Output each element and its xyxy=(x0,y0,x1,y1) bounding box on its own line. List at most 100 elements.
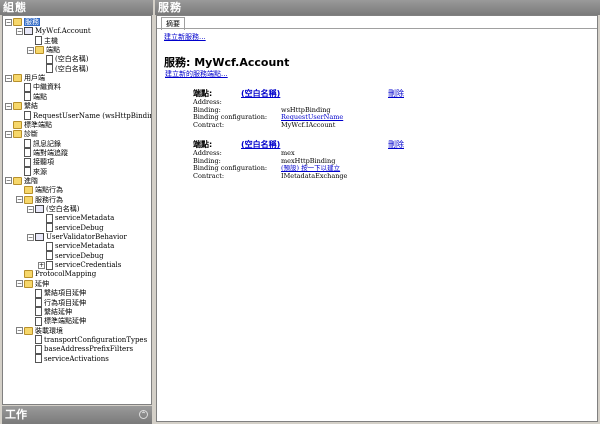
tree-node-label: 繫結延伸 xyxy=(44,307,72,316)
service-icon xyxy=(35,233,44,242)
endpoint-header: 端點: (空白名稱) 刪除 xyxy=(193,139,413,150)
folder-icon xyxy=(13,18,22,26)
collapse-icon[interactable]: − xyxy=(27,46,34,54)
configuration-tree[interactable]: − 服務 − MyWcf.Account 主機 − 端點 (空白名稱) (空白名稱) − 用戶端 中繼… xyxy=(2,15,152,405)
tree-node-label: serviceActivations xyxy=(44,354,109,363)
tree-node-label: 主機 xyxy=(44,36,58,45)
tasks-title: 工作 xyxy=(5,408,27,421)
collapse-icon[interactable]: − xyxy=(16,280,23,288)
document-icon xyxy=(46,251,53,261)
tree-node-label: serviceDebug xyxy=(55,223,104,232)
tree-node-label: transportConfigurationTypes xyxy=(44,335,148,344)
service-icon xyxy=(24,27,33,36)
endpoint-name-link[interactable]: (空白名稱) xyxy=(241,88,280,99)
tree-node-label: 端點行為 xyxy=(35,186,63,195)
tree-node-label: 服務行為 xyxy=(35,195,63,204)
tree-node-label: RequestUserName (wsHttpBinding) xyxy=(33,111,152,120)
tree-node-label: 用戶端 xyxy=(24,74,45,83)
tree-node-label: baseAddressPrefixFilters xyxy=(44,345,134,354)
tree-node-label: 標準端點 xyxy=(24,120,52,129)
create-new-service-link[interactable]: 建立新服務... xyxy=(164,32,206,42)
document-icon xyxy=(46,223,53,233)
document-icon xyxy=(46,260,53,270)
folder-icon xyxy=(24,186,33,195)
tree-node-label: 繫結 xyxy=(24,102,38,111)
collapse-chevron-icon[interactable]: ⌃ xyxy=(139,410,148,419)
tree-node-label: 進階 xyxy=(24,176,38,185)
tree-node-label: 端對端追蹤 xyxy=(33,148,68,157)
expand-icon[interactable]: + xyxy=(38,261,45,269)
document-icon xyxy=(46,213,53,223)
endpoint-block: 端點: (空白名稱) 刪除 Address: Binding: wsHttpBinding… xyxy=(193,88,413,129)
endpoint-header: 端點: (空白名稱) 刪除 xyxy=(193,88,413,99)
collapse-icon[interactable]: − xyxy=(16,327,23,335)
tree-node-label: 來源 xyxy=(33,167,47,176)
collapse-icon[interactable]: − xyxy=(16,196,23,204)
tree-node-label: 端點 xyxy=(46,46,60,55)
document-icon xyxy=(35,288,42,298)
collapse-icon[interactable]: − xyxy=(5,18,12,26)
tree-node-label: 繫結項目延伸 xyxy=(44,289,86,298)
tree-node-label: serviceDebug xyxy=(55,251,104,260)
document-icon xyxy=(35,316,42,326)
tree-node-label: serviceCredentials xyxy=(55,261,122,270)
document-icon xyxy=(24,157,31,167)
collapse-icon[interactable]: − xyxy=(5,102,12,110)
document-icon xyxy=(35,36,42,46)
property-value: MyWcf.IAccount xyxy=(281,120,336,129)
service-summary-panel: 摘要 建立新服務... 服務: MyWcf.Account 建立新的服務端點..… xyxy=(156,15,598,422)
document-icon xyxy=(35,307,42,317)
folder-icon xyxy=(24,326,33,335)
collapse-icon[interactable]: − xyxy=(27,205,34,213)
endpoint-property-row: Contract: IMetadataExchange xyxy=(193,172,413,181)
folder-icon xyxy=(13,176,22,185)
tree-node-label: 裝載環境 xyxy=(35,326,63,335)
create-new-endpoint-link[interactable]: 建立新的服務端點... xyxy=(165,69,228,79)
collapse-icon[interactable]: − xyxy=(27,233,34,241)
folder-icon xyxy=(13,120,22,129)
delete-endpoint-link[interactable]: 刪除 xyxy=(388,88,404,99)
tree-node-label: 接聽項 xyxy=(33,158,54,167)
endpoint-name-link[interactable]: (空白名稱) xyxy=(241,139,280,150)
collapse-icon[interactable]: − xyxy=(16,27,23,35)
document-icon xyxy=(24,92,31,102)
delete-endpoint-link[interactable]: 刪除 xyxy=(388,139,404,150)
tree-node-label: 訊息記錄 xyxy=(33,139,61,148)
tree-node-label: ProtocolMapping xyxy=(35,270,97,279)
configuration-pane: 組態 − 服務 − MyWcf.Account 主機 − 端點 (空白名稱) (空白名稱) − 用戶… xyxy=(0,0,153,424)
document-icon xyxy=(24,167,31,177)
document-icon xyxy=(24,111,31,120)
folder-icon xyxy=(13,130,22,139)
document-icon xyxy=(46,241,53,251)
tree-node-label: 診斷 xyxy=(24,130,38,139)
document-icon xyxy=(35,335,42,345)
tree-node[interactable]: serviceActivations xyxy=(27,354,109,364)
tasks-panel-header[interactable]: 工作 ⌃ xyxy=(2,406,152,424)
document-icon xyxy=(35,354,42,364)
endpoint-block: 端點: (空白名稱) 刪除 Address: mex Binding: mexHttpBin… xyxy=(193,139,413,180)
document-icon xyxy=(35,298,42,307)
tree-node-label: MyWcf.Account xyxy=(35,27,91,36)
tree-node-label: 服務 xyxy=(24,18,40,26)
document-icon xyxy=(46,64,53,74)
tab-divider xyxy=(157,28,597,29)
service-icon xyxy=(35,205,44,213)
tree-node-label: 行為項目延伸 xyxy=(44,298,86,307)
document-icon xyxy=(24,82,31,92)
property-key: Contract: xyxy=(193,120,225,129)
service-pane-title: 服務 xyxy=(155,0,600,15)
folder-icon xyxy=(13,74,22,83)
collapse-icon[interactable]: − xyxy=(5,130,12,138)
tree-node-label: UserValidatorBehavior xyxy=(46,233,127,242)
tree-node-label: 端點 xyxy=(33,92,47,101)
collapse-icon[interactable]: − xyxy=(5,177,12,185)
folder-icon xyxy=(24,279,33,288)
tree-node-label: serviceMetadata xyxy=(55,242,115,251)
service-title: 服務: MyWcf.Account xyxy=(164,56,290,69)
collapse-icon[interactable]: − xyxy=(5,74,12,82)
tree-node[interactable]: (空白名稱) xyxy=(38,64,88,74)
tree-node-label: 延伸 xyxy=(35,279,49,288)
folder-icon xyxy=(35,46,44,55)
tree-node-label: serviceMetadata xyxy=(55,214,115,223)
tree-node-label: (空白名稱) xyxy=(55,64,89,73)
